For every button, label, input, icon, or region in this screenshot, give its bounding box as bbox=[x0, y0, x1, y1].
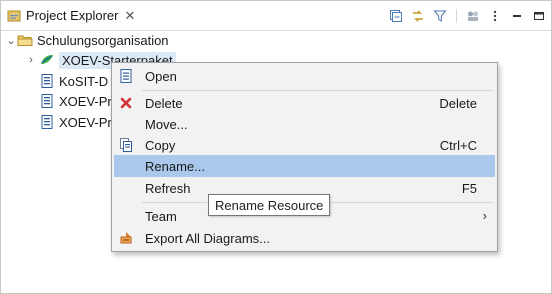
project-explorer-tab[interactable]: Project Explorer ✕ bbox=[1, 1, 151, 30]
menu-item-move[interactable]: Move... bbox=[114, 113, 495, 135]
tree-root[interactable]: ⌄ Schulungsorganisation bbox=[5, 30, 169, 50]
view-menu-icon[interactable] bbox=[487, 8, 503, 24]
menu-item-label: Copy bbox=[145, 138, 176, 153]
project-explorer-view: Project Explorer ✕ ⌄ Schulungsorganisati… bbox=[0, 0, 552, 294]
filter-icon[interactable] bbox=[432, 8, 448, 24]
menu-item-delete[interactable]: Delete Delete bbox=[114, 92, 495, 114]
menu-item-label: Export All Diagrams... bbox=[145, 231, 270, 246]
link-with-editor-icon[interactable] bbox=[410, 8, 426, 24]
project-file-icon bbox=[39, 73, 55, 89]
maximize-icon[interactable] bbox=[531, 8, 547, 24]
tree-item-kosit[interactable]: KoSIT-D bbox=[39, 71, 108, 91]
menu-item-label: Move... bbox=[145, 117, 188, 132]
collapse-all-icon[interactable] bbox=[388, 8, 404, 24]
tab-title: Project Explorer bbox=[26, 8, 119, 23]
working-sets-icon[interactable] bbox=[465, 8, 481, 24]
project-file-icon bbox=[39, 114, 55, 130]
menu-item-rename[interactable]: Rename... bbox=[114, 155, 495, 177]
menu-item-shortcut: Ctrl+C bbox=[439, 138, 477, 153]
menu-item-label: Team bbox=[145, 209, 177, 224]
copy-icon bbox=[118, 137, 134, 153]
tree-item-label: XOEV-Pr bbox=[59, 93, 112, 109]
tree-item-label: XOEV-Pr bbox=[59, 114, 112, 130]
tree-root-label: Schulungsorganisation bbox=[37, 32, 169, 48]
menu-separator bbox=[142, 90, 493, 91]
menu-item-label: Delete bbox=[145, 96, 183, 111]
project-explorer-icon bbox=[7, 9, 21, 23]
minimize-icon[interactable] bbox=[509, 8, 525, 24]
project-file-icon bbox=[39, 93, 55, 109]
tree-item-label: KoSIT-D bbox=[59, 73, 109, 89]
menu-item-label: Rename... bbox=[145, 159, 205, 174]
tree-item-xoev-pr-1[interactable]: XOEV-Pr bbox=[39, 91, 112, 111]
view-toolbar bbox=[388, 1, 547, 30]
expanded-chevron-icon[interactable]: ⌄ bbox=[5, 34, 17, 47]
tree-item-xoev-pr-2[interactable]: XOEV-Pr bbox=[39, 112, 112, 132]
close-icon[interactable]: ✕ bbox=[124, 8, 135, 24]
menu-item-export-all-diagrams[interactable]: Export All Diagrams... bbox=[114, 227, 495, 249]
menu-item-label: Open bbox=[145, 69, 177, 84]
open-icon bbox=[118, 68, 134, 84]
delete-icon bbox=[118, 95, 134, 111]
project-green-icon bbox=[39, 52, 55, 68]
menu-item-label: Refresh bbox=[145, 181, 191, 196]
menu-item-shortcut: Delete bbox=[439, 96, 477, 111]
toolbar-separator bbox=[456, 8, 457, 23]
working-set-folder-icon bbox=[17, 32, 33, 48]
menu-item-copy[interactable]: Copy Ctrl+C bbox=[114, 134, 495, 156]
export-diagrams-icon bbox=[118, 230, 134, 246]
view-tab-bar: Project Explorer ✕ bbox=[1, 1, 551, 31]
menu-item-shortcut: F5 bbox=[461, 181, 477, 196]
menu-item-open[interactable]: Open bbox=[114, 65, 495, 87]
collapsed-chevron-icon[interactable]: › bbox=[25, 54, 37, 66]
submenu-arrow-icon: › bbox=[482, 208, 487, 223]
rename-tooltip: Rename Resource bbox=[208, 194, 331, 216]
context-menu: Open Delete Delete Move... Copy Ctrl+C R… bbox=[111, 62, 498, 252]
